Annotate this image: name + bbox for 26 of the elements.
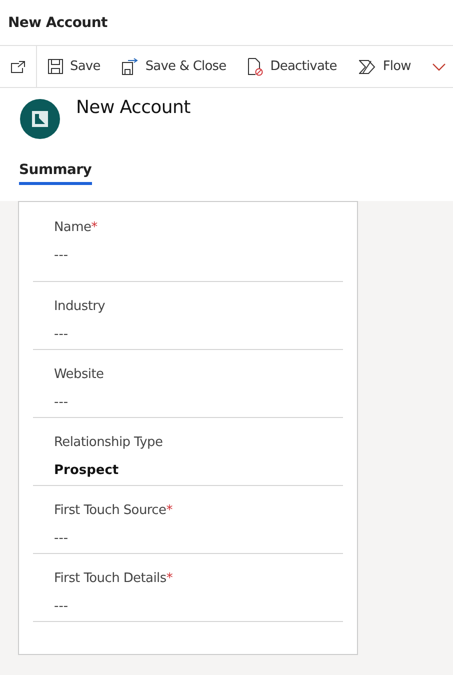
field-value[interactable]: --- <box>54 395 68 410</box>
save-button[interactable]: Save <box>37 46 112 87</box>
window-title: New Account <box>8 14 108 30</box>
field-label: Website <box>54 367 105 382</box>
save-icon <box>48 59 63 74</box>
field-label: First Touch Source* <box>54 503 174 518</box>
pop-out-icon <box>10 60 26 74</box>
flow-button[interactable]: Flow <box>348 46 422 87</box>
field-label: Industry <box>54 299 106 314</box>
account-avatar-icon <box>20 99 60 139</box>
chevron-down-icon <box>432 62 446 70</box>
save-close-button[interactable]: Save & Close <box>111 46 238 87</box>
record-title: New Account <box>76 97 190 120</box>
field-value[interactable]: --- <box>54 531 68 546</box>
deactivate-button[interactable]: Deactivate <box>237 46 348 87</box>
field-value[interactable]: --- <box>54 599 68 614</box>
field-label: First Touch Details* <box>54 571 174 586</box>
field-label: Relationship Type <box>54 435 164 450</box>
flow-icon <box>358 60 376 74</box>
field-value[interactable]: --- <box>54 248 68 263</box>
field-value[interactable]: --- <box>54 327 68 342</box>
field-label: Name* <box>54 220 98 235</box>
save-close-icon <box>122 58 138 75</box>
tab[interactable]: Summary <box>19 162 92 185</box>
document-block-icon <box>248 58 264 76</box>
field-value[interactable]: Prospect <box>54 463 119 478</box>
